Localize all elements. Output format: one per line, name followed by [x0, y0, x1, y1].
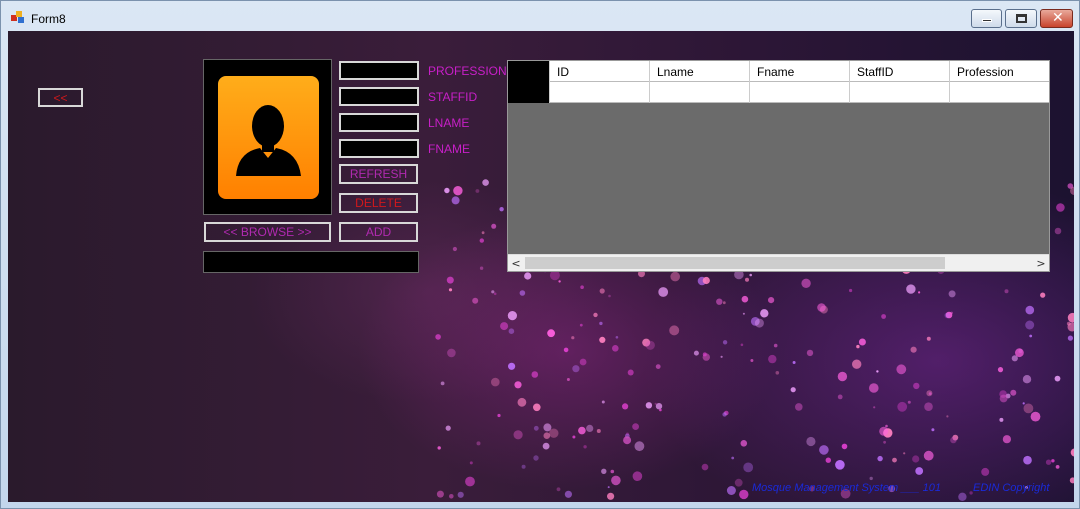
table-row[interactable] [508, 82, 1049, 103]
grid-header-row: ID Lname Fname StaffID Profession [508, 61, 1049, 82]
profession-label: PROFESSION [428, 64, 507, 78]
fname-label: FNAME [428, 142, 470, 156]
delete-button[interactable]: DELETE [339, 193, 418, 213]
form-client-area: << PROFESSION STAFFID LNAME FNAME REFRES… [8, 31, 1074, 502]
column-header-id[interactable]: ID [549, 61, 649, 82]
staffid-label: STAFFID [428, 90, 478, 104]
profession-input[interactable] [339, 61, 419, 80]
photo-box[interactable] [203, 59, 332, 215]
app-window: Form8 ✕ << PROFESSION STAFFID LNAME FNAM… [0, 0, 1080, 509]
back-button[interactable]: << [38, 88, 83, 107]
minimize-icon [982, 19, 992, 22]
browse-button[interactable]: << BROWSE >> [204, 222, 331, 242]
person-silhouette-icon [236, 105, 301, 176]
copyright-footer: EDIN Copyright [973, 482, 1050, 494]
scroll-right-icon[interactable]: > [1033, 255, 1049, 272]
table-cell[interactable] [649, 82, 749, 103]
avatar-placeholder [218, 76, 319, 199]
staffid-input[interactable] [339, 87, 419, 106]
maximize-icon [1016, 14, 1027, 23]
scroll-left-icon[interactable]: < [508, 255, 524, 272]
column-header-fname[interactable]: Fname [749, 61, 849, 82]
maximize-button[interactable] [1005, 9, 1037, 28]
title-bar[interactable]: Form8 ✕ [1, 1, 1079, 31]
refresh-button[interactable]: REFRESH [339, 164, 418, 184]
horizontal-scrollbar[interactable]: < > [508, 254, 1049, 271]
window-title: Form8 [31, 12, 66, 26]
row-header[interactable] [508, 82, 549, 103]
column-header-lname[interactable]: Lname [649, 61, 749, 82]
app-icon [11, 11, 24, 23]
table-cell[interactable] [849, 82, 949, 103]
table-cell[interactable] [549, 82, 649, 103]
staff-data-grid[interactable]: ID Lname Fname StaffID Profession < > [507, 60, 1050, 272]
close-button[interactable]: ✕ [1040, 9, 1073, 28]
app-name-footer: Mosque Management System ___ 101 [752, 482, 941, 494]
table-cell[interactable] [949, 82, 1049, 103]
minimize-button[interactable] [971, 9, 1002, 28]
add-button[interactable]: ADD [339, 222, 418, 242]
grid-corner-cell[interactable] [508, 61, 549, 82]
lname-label: LNAME [428, 116, 470, 130]
photo-path-input[interactable] [203, 251, 419, 273]
lname-input[interactable] [339, 113, 419, 132]
scrollbar-thumb[interactable] [525, 257, 945, 269]
column-header-staffid[interactable]: StaffID [849, 61, 949, 82]
table-cell[interactable] [749, 82, 849, 103]
fname-input[interactable] [339, 139, 419, 158]
close-icon: ✕ [1052, 10, 1064, 26]
column-header-profession[interactable]: Profession [949, 61, 1049, 82]
